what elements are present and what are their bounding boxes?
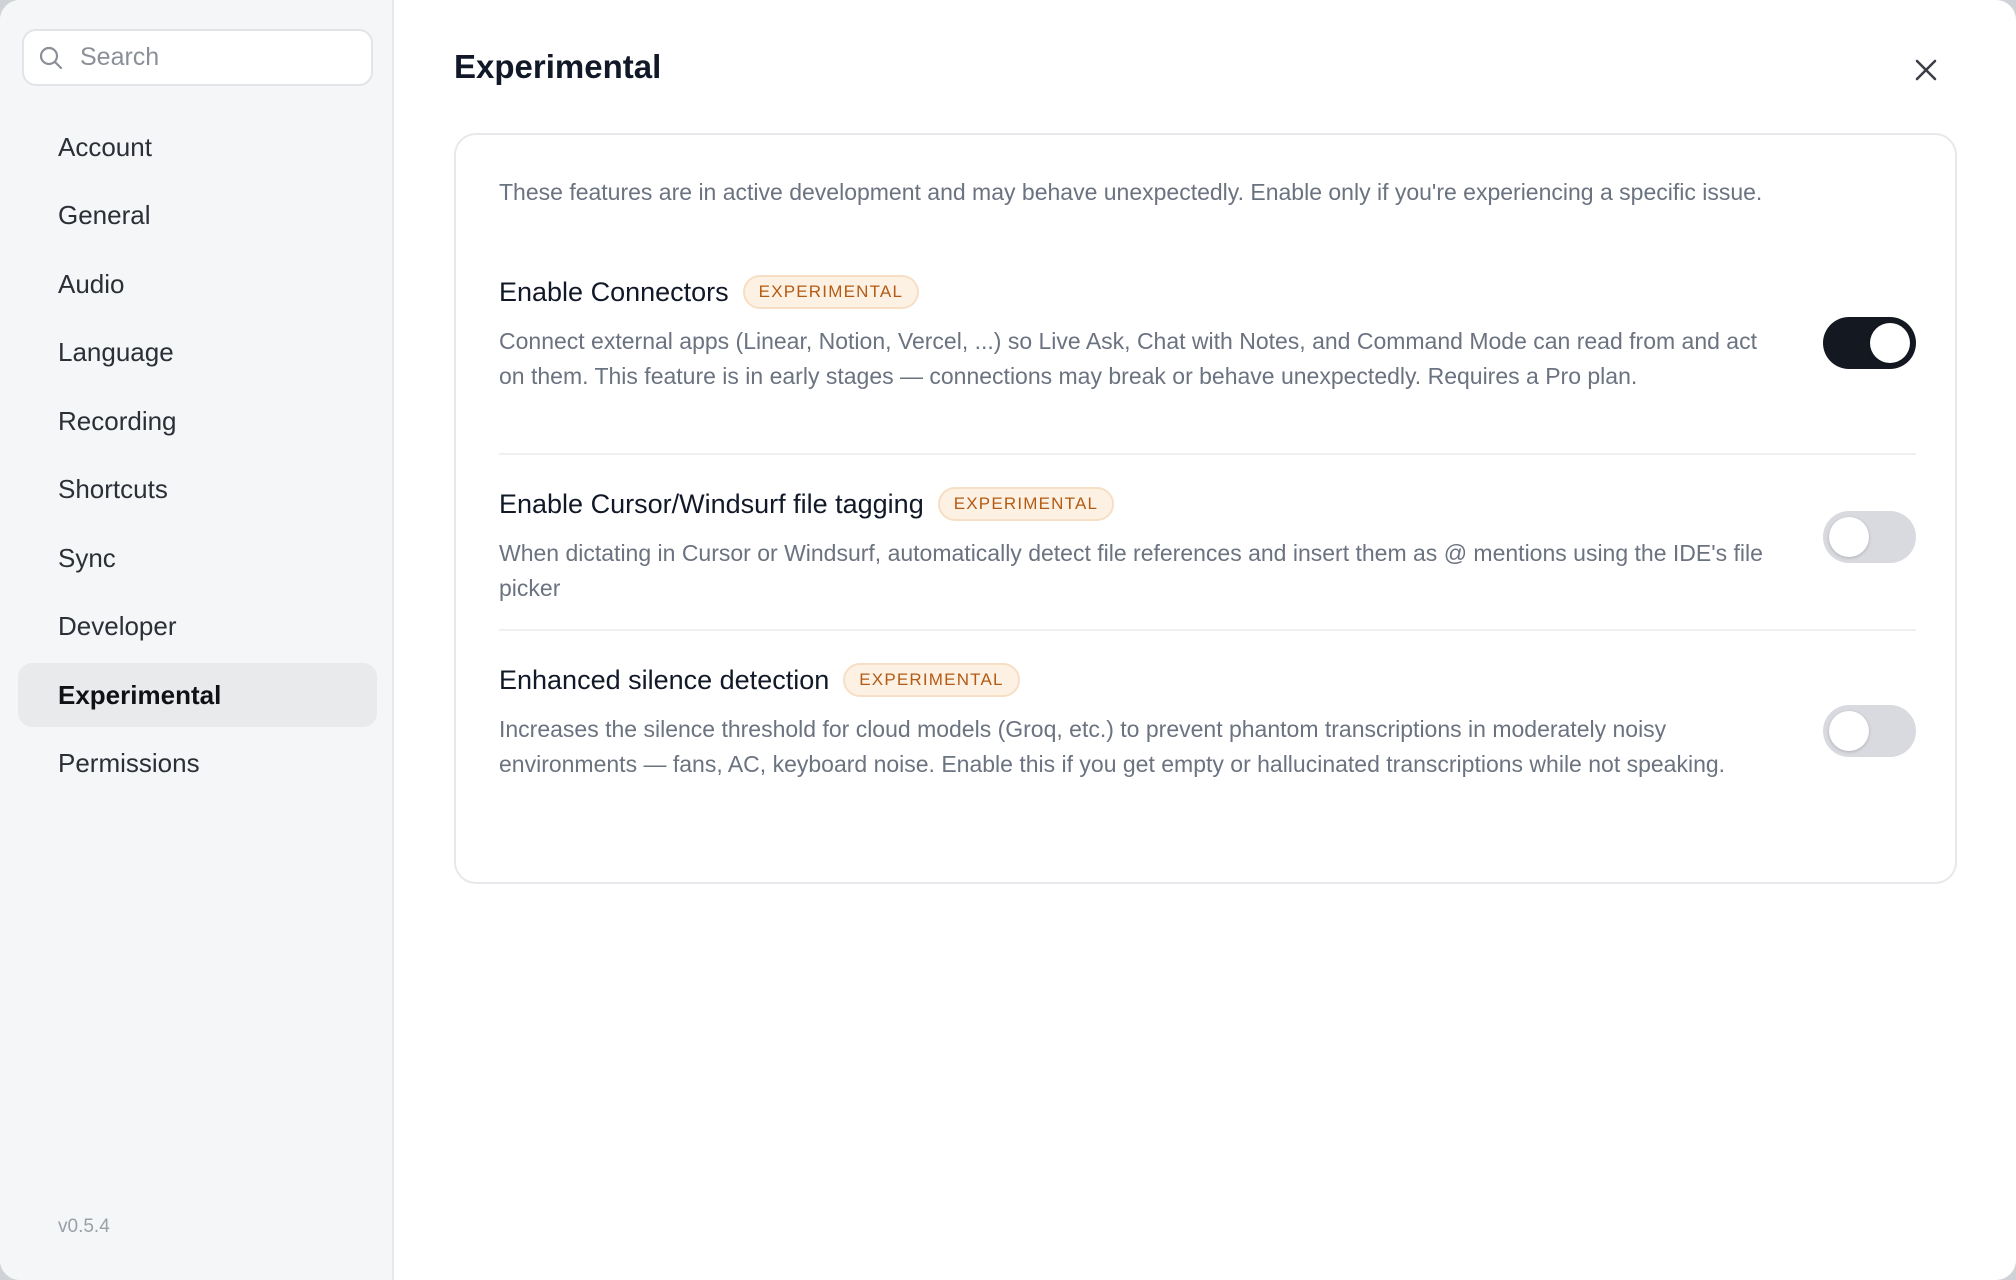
divider — [499, 453, 1916, 455]
close-icon — [1915, 59, 1937, 81]
experimental-badge: EXPERIMENTAL — [937, 487, 1115, 521]
main-panel: Experimental These features are in activ… — [394, 0, 2016, 1280]
sidebar-nav: Account General Audio Language Recording… — [18, 115, 377, 800]
setting-file-tagging: Enable Cursor/Windsurf file tagging EXPE… — [499, 484, 1916, 606]
file-tagging-toggle[interactable] — [1823, 511, 1916, 563]
sidebar: Account General Audio Language Recording… — [0, 0, 394, 1280]
setting-title: Enable Cursor/Windsurf file tagging — [499, 488, 924, 519]
sidebar-item-language[interactable]: Language — [18, 321, 377, 385]
setting-title: Enable Connectors — [499, 276, 729, 307]
sidebar-item-recording[interactable]: Recording — [18, 389, 377, 453]
sidebar-item-permissions[interactable]: Permissions — [18, 732, 377, 796]
app-version: v0.5.4 — [58, 1216, 110, 1237]
sidebar-item-developer[interactable]: Developer — [18, 595, 377, 659]
sidebar-item-sync[interactable]: Sync — [18, 526, 377, 590]
search-input[interactable] — [78, 42, 342, 73]
setting-silence-detection: Enhanced silence detection EXPERIMENTAL … — [499, 660, 1916, 782]
toggle-knob — [1829, 517, 1869, 557]
setting-title: Enhanced silence detection — [499, 664, 830, 695]
sidebar-item-experimental[interactable]: Experimental — [18, 663, 377, 727]
experimental-settings-card: These features are in active development… — [454, 133, 1957, 884]
sidebar-item-audio[interactable]: Audio — [18, 252, 377, 316]
search-icon — [38, 45, 64, 71]
enable-connectors-toggle[interactable] — [1823, 317, 1916, 369]
close-button[interactable] — [1906, 50, 1946, 90]
divider — [499, 629, 1916, 631]
toggle-knob — [1829, 711, 1869, 751]
experimental-badge: EXPERIMENTAL — [843, 663, 1020, 697]
setting-enable-connectors: Enable Connectors EXPERIMENTAL Connect e… — [499, 272, 1916, 394]
silence-detection-toggle[interactable] — [1823, 705, 1916, 757]
toggle-knob — [1870, 323, 1910, 363]
intro-text: These features are in active development… — [499, 179, 1763, 205]
setting-description: Increases the silence threshold for clou… — [499, 716, 1726, 777]
setting-description: Connect external apps (Linear, Notion, V… — [499, 328, 1757, 389]
settings-window: Account General Audio Language Recording… — [0, 0, 2016, 1280]
page-title: Experimental — [454, 48, 662, 85]
search-box[interactable] — [22, 29, 373, 86]
sidebar-item-account[interactable]: Account — [18, 115, 377, 179]
sidebar-item-general[interactable]: General — [18, 184, 377, 248]
sidebar-item-shortcuts[interactable]: Shortcuts — [18, 458, 377, 522]
setting-description: When dictating in Cursor or Windsurf, au… — [499, 540, 1763, 601]
experimental-badge: EXPERIMENTAL — [742, 275, 920, 309]
